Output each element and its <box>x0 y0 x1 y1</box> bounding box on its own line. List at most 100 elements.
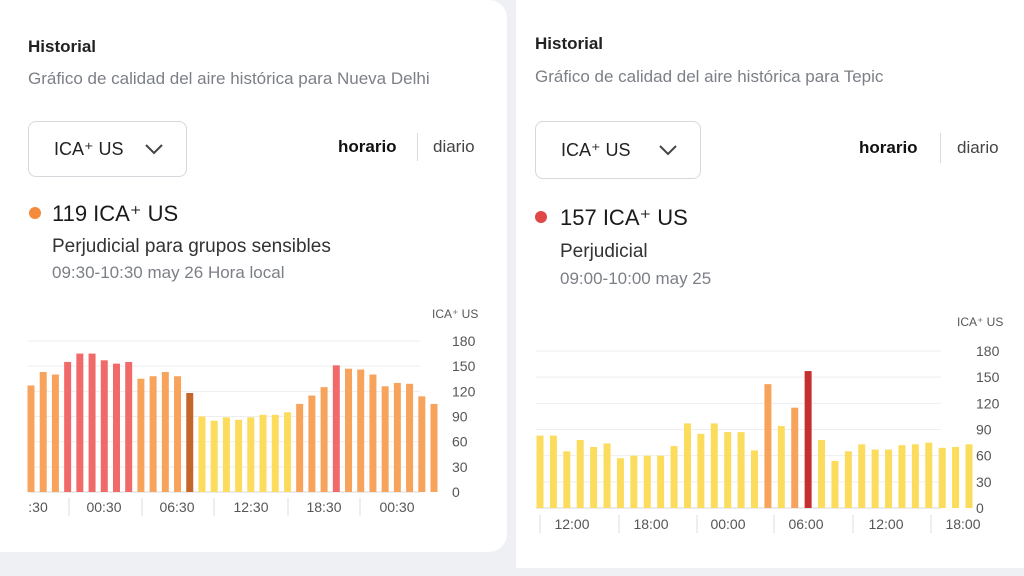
aqi-bar[interactable] <box>777 426 785 508</box>
x-tick-label: 12:00 <box>868 516 903 532</box>
aqi-bar[interactable] <box>630 455 638 508</box>
y-tick-label: 90 <box>976 422 992 438</box>
aqi-bar[interactable] <box>952 446 960 508</box>
aqi-bar[interactable] <box>406 383 414 492</box>
aqi-bar[interactable] <box>308 395 316 492</box>
tab-hourly[interactable]: horario <box>338 137 397 157</box>
x-tick-label: 00:00 <box>710 516 745 532</box>
aqi-bar[interactable] <box>844 451 852 508</box>
chart-unit-label: ICA⁺ US <box>432 307 479 321</box>
y-tick-label: 120 <box>452 383 476 399</box>
aqi-bar[interactable] <box>210 420 218 492</box>
aqi-bar[interactable] <box>965 444 973 508</box>
aqi-bar[interactable] <box>430 403 438 492</box>
aqi-bar[interactable] <box>418 396 426 492</box>
aqi-bar[interactable] <box>697 433 705 508</box>
aqi-timestamp: 09:00-10:00 may 25 <box>560 269 712 288</box>
aqi-bar[interactable] <box>818 439 826 508</box>
pollutant-dropdown[interactable]: ICA⁺ US <box>28 121 187 177</box>
aqi-bar[interactable] <box>271 414 279 492</box>
aqi-bar[interactable] <box>149 376 157 492</box>
y-tick-label: 150 <box>452 358 476 374</box>
y-tick-label: 90 <box>452 409 468 425</box>
card-subtitle: Gráfico de calidad del aire histórica pa… <box>28 69 430 88</box>
aqi-bar[interactable] <box>683 423 691 508</box>
aqi-bar[interactable] <box>198 416 206 493</box>
aqi-bar[interactable] <box>296 403 304 492</box>
aqi-bar[interactable] <box>603 443 611 508</box>
tab-daily[interactable]: diario <box>433 137 475 157</box>
aqi-bar[interactable] <box>27 385 35 492</box>
x-tick-label: 00:30 <box>86 499 121 515</box>
aqi-bar[interactable] <box>791 407 799 508</box>
aqi-bar[interactable] <box>536 435 544 508</box>
aqi-bar[interactable] <box>616 458 624 508</box>
aqi-bar[interactable] <box>911 444 919 508</box>
aqi-bar[interactable] <box>357 369 365 492</box>
aqi-bar[interactable] <box>804 371 812 508</box>
aqi-bar[interactable] <box>871 449 879 508</box>
aqi-status-text: Perjudicial para grupos sensibles <box>52 236 331 257</box>
aqi-bar[interactable] <box>235 419 243 492</box>
aqi-bar[interactable] <box>885 449 893 508</box>
aqi-bar[interactable] <box>670 446 678 508</box>
pollutant-dropdown[interactable]: ICA⁺ US <box>535 121 701 179</box>
aqi-bar[interactable] <box>247 417 255 492</box>
aqi-bar[interactable] <box>643 455 651 508</box>
current-aqi: 119 ICA⁺ US <box>52 201 179 226</box>
history-card-new-delhi: Historial Gráfico de calidad del aire hi… <box>0 0 507 552</box>
aqi-bar[interactable] <box>563 451 571 508</box>
aqi-bar[interactable] <box>925 442 933 508</box>
y-tick-label: 120 <box>976 395 1000 411</box>
aqi-bar[interactable] <box>174 376 182 492</box>
y-tick-label: 0 <box>452 484 460 500</box>
aqi-bar[interactable] <box>320 387 328 492</box>
tab-hourly[interactable]: horario <box>859 138 918 158</box>
x-tick-label: 06:30 <box>159 499 194 515</box>
aqi-bar[interactable] <box>39 372 47 492</box>
x-tick-label: 12:30 <box>233 499 268 515</box>
aqi-bar[interactable] <box>831 460 839 508</box>
aqi-bar[interactable] <box>369 374 377 492</box>
card-subtitle: Gráfico de calidad del aire histórica pa… <box>535 67 884 86</box>
aqi-bar[interactable] <box>764 384 772 508</box>
aqi-bar[interactable] <box>710 423 718 508</box>
aqi-bar[interactable] <box>751 450 758 508</box>
history-card-tepic: Historial Gráfico de calidad del aire hi… <box>516 0 1024 568</box>
aqi-bar[interactable] <box>64 361 72 492</box>
y-tick-label: 180 <box>452 333 476 349</box>
aqi-bar[interactable] <box>332 365 340 492</box>
aqi-bar[interactable] <box>938 447 946 508</box>
aqi-bar[interactable] <box>76 353 84 492</box>
aqi-bar[interactable] <box>590 446 598 508</box>
aqi-bar[interactable] <box>381 386 389 492</box>
chart-unit-label: ICA⁺ US <box>957 315 1004 329</box>
aqi-bar[interactable] <box>858 444 866 508</box>
aqi-bar[interactable] <box>549 435 557 508</box>
aqi-bar[interactable] <box>186 393 194 492</box>
aqi-bar[interactable] <box>283 412 291 492</box>
aqi-bar[interactable] <box>222 417 230 492</box>
aqi-bar[interactable] <box>137 378 145 492</box>
aqi-bar[interactable] <box>657 455 665 508</box>
aqi-bar[interactable] <box>112 363 120 492</box>
y-tick-label: 0 <box>976 500 984 516</box>
x-tick-label: 00:30 <box>379 499 414 515</box>
aqi-bar[interactable] <box>125 361 133 492</box>
aqi-bar[interactable] <box>576 439 584 508</box>
x-tick-label: 18:00 <box>945 516 980 532</box>
aqi-bar[interactable] <box>51 374 59 492</box>
y-tick-label: 30 <box>452 459 468 475</box>
aqi-bar[interactable] <box>259 414 267 492</box>
aqi-bar[interactable] <box>393 382 401 492</box>
aqi-bar[interactable] <box>100 360 108 492</box>
aqi-bar[interactable] <box>345 368 353 492</box>
aqi-bar[interactable] <box>88 353 96 492</box>
tab-daily[interactable]: diario <box>957 138 999 158</box>
aqi-status-dot <box>29 207 41 219</box>
aqi-bar[interactable] <box>724 432 732 508</box>
aqi-bar[interactable] <box>898 445 906 508</box>
aqi-bar[interactable] <box>161 372 169 492</box>
x-tick-label: 06:00 <box>788 516 823 532</box>
aqi-bar[interactable] <box>737 432 745 508</box>
